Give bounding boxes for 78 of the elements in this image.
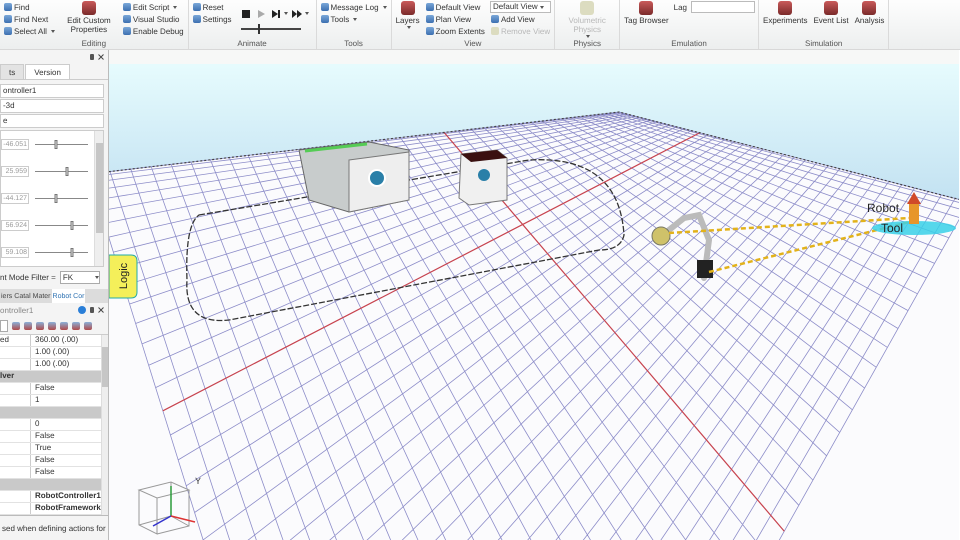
text-field[interactable]: ontroller1 xyxy=(0,84,104,98)
ribbon-button[interactable]: Tools xyxy=(320,13,388,25)
toolbar-icon xyxy=(824,0,838,14)
ribbon-button[interactable]: Settings xyxy=(192,13,233,25)
ribbon-button[interactable]: Message Log xyxy=(320,1,388,13)
property-value[interactable]: 360.00 (.00) xyxy=(31,335,78,346)
toolbar-icon xyxy=(862,0,876,14)
robot-arm-drawing xyxy=(652,212,713,281)
toolbar-icon xyxy=(400,0,415,14)
ribbon-button[interactable]: Edit Script xyxy=(122,1,185,13)
toolbar-icon xyxy=(778,0,792,14)
ribbon-button[interactable]: Find Next xyxy=(3,13,56,25)
storage-bin-drawing xyxy=(458,149,508,206)
ribbon-button[interactable]: Enable Debug xyxy=(122,25,185,37)
ribbon-large-button[interactable]: Experiments xyxy=(762,0,808,38)
ribbon-button[interactable]: Select All xyxy=(3,25,56,37)
property-name: ed xyxy=(0,335,9,344)
close-icon[interactable] xyxy=(98,54,104,60)
ribbon-button[interactable]: Add View xyxy=(490,13,552,25)
group-label: Editing xyxy=(80,38,108,49)
panel-tab[interactable]: Version xyxy=(25,64,70,79)
property-value[interactable]: 0 xyxy=(31,419,40,430)
field-label: Lag xyxy=(674,2,687,12)
ribbon-large-button[interactable]: Event List xyxy=(812,0,850,38)
ribbon-large-button[interactable]: Edit Custom Properties xyxy=(60,0,118,38)
group-label: Physics xyxy=(572,38,602,49)
property-description: sed when defining actions for xyxy=(2,524,106,533)
pin-icon[interactable] xyxy=(90,54,94,60)
slider-thumb[interactable] xyxy=(258,24,260,34)
lag-field[interactable] xyxy=(690,1,755,13)
property-value[interactable]: 1 xyxy=(31,395,40,406)
view-dropdown[interactable]: Default View xyxy=(490,1,552,13)
ribbon-large-button[interactable]: Layers xyxy=(394,0,421,38)
caret-icon xyxy=(94,276,99,278)
ribbon-button[interactable]: Zoom Extents xyxy=(424,25,486,37)
pin-icon[interactable] xyxy=(90,307,94,313)
slider-thumb[interactable] xyxy=(54,140,58,149)
property-value[interactable]: True xyxy=(31,443,52,454)
ribbon-large-button[interactable]: Analysis xyxy=(854,0,886,38)
text-field[interactable]: e xyxy=(0,114,104,128)
axis-gizmo-drawing xyxy=(138,481,196,535)
group-label: Simulation xyxy=(804,38,844,49)
close-icon[interactable] xyxy=(98,307,104,313)
playback-button[interactable] xyxy=(292,8,309,18)
toolbar-icon xyxy=(639,0,654,14)
group-label: Animate xyxy=(236,38,268,49)
ribbon-button[interactable]: Find xyxy=(3,1,56,13)
slider-thumb[interactable] xyxy=(65,167,68,176)
toolbar-icon xyxy=(580,0,594,14)
tool-label: Tool xyxy=(881,221,904,235)
playback-button[interactable] xyxy=(240,8,252,18)
group-label: Tools xyxy=(343,38,364,49)
properties-title: ontroller1 xyxy=(0,306,34,314)
ribbon-button[interactable]: Reset xyxy=(192,1,233,13)
ribbon-button[interactable]: Visual Studio xyxy=(122,13,185,25)
robot-label: Robot xyxy=(867,201,900,215)
slider-thumb[interactable] xyxy=(54,194,58,203)
scrollbar[interactable] xyxy=(94,131,103,266)
axis-label: Y xyxy=(195,476,202,486)
toolbar-icon xyxy=(82,0,96,14)
filter-label: nt Mode Filter = xyxy=(0,272,56,282)
playback-button[interactable] xyxy=(270,8,288,18)
search-field[interactable] xyxy=(0,320,8,332)
mode-filter-dropdown[interactable]: FK xyxy=(60,270,100,284)
logic-tag: Logic xyxy=(109,254,138,298)
caret-icon xyxy=(540,6,544,8)
slider-thumb[interactable] xyxy=(70,221,74,230)
ribbon-button[interactable]: Plan View xyxy=(424,13,486,25)
panel-tab[interactable]: ts xyxy=(0,64,24,79)
help-icon[interactable] xyxy=(78,306,86,314)
category-row[interactable]: lver xyxy=(0,371,101,383)
slider-thumb[interactable] xyxy=(70,248,74,257)
3d-viewport[interactable]: Robot Tool Logic Y xyxy=(109,50,960,540)
group-label: View xyxy=(463,38,482,49)
group-label: Emulation xyxy=(670,38,708,49)
ribbon-large-button[interactable]: Tag Browser xyxy=(623,0,670,38)
ribbon-button[interactable]: Default View xyxy=(424,1,486,13)
text-field[interactable]: -3d xyxy=(0,99,104,113)
